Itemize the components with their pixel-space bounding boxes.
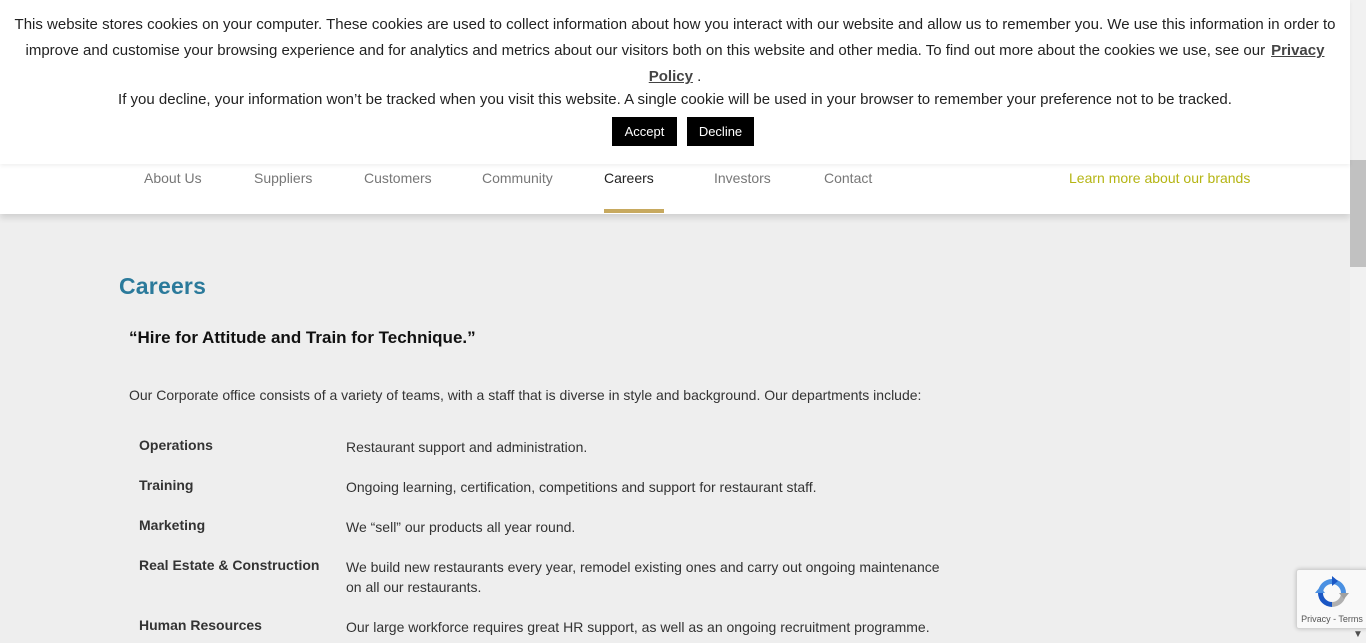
department-name: Human Resources xyxy=(139,617,262,633)
recaptcha-badge[interactable]: Privacy - Terms xyxy=(1296,569,1366,629)
departments-intro: Our Corporate office consists of a varie… xyxy=(129,387,922,403)
cookie-message: This website stores cookies on your comp… xyxy=(10,12,1340,90)
cookie-message-text: This website stores cookies on your comp… xyxy=(14,16,1336,59)
nav-item-about-us[interactable]: About Us xyxy=(144,170,202,186)
department-description: Ongoing learning, certification, competi… xyxy=(346,479,817,495)
department-name: Operations xyxy=(139,437,213,453)
cookie-consent-banner: This website stores cookies on your comp… xyxy=(0,0,1350,164)
active-nav-underline xyxy=(604,209,664,213)
department-description: We build new restaurants every year, rem… xyxy=(346,559,940,595)
learn-more-brands-link[interactable]: Learn more about our brands xyxy=(1069,170,1250,186)
nav-item-customers[interactable]: Customers xyxy=(364,170,432,186)
nav-item-suppliers[interactable]: Suppliers xyxy=(254,170,312,186)
page-title: Careers xyxy=(119,273,207,299)
decline-cookies-button[interactable]: Decline xyxy=(687,117,754,146)
department-name: Real Estate & Construction xyxy=(139,557,320,573)
cookie-decline-message: If you decline, your information won’t b… xyxy=(118,91,1232,108)
nav-item-careers[interactable]: Careers xyxy=(604,170,654,186)
nav-item-contact[interactable]: Contact xyxy=(824,170,872,186)
department-description: We “sell” our products all year round. xyxy=(346,519,576,535)
cookie-message-period: . xyxy=(697,68,702,85)
scroll-down-arrow-icon[interactable]: ▼ xyxy=(1352,628,1364,642)
careers-quote: “Hire for Attitude and Train for Techniq… xyxy=(129,328,476,347)
department-description: Restaurant support and administration. xyxy=(346,439,588,455)
recaptcha-terms-link[interactable]: Privacy - Terms xyxy=(1297,614,1366,624)
nav-item-community[interactable]: Community xyxy=(482,170,553,186)
department-name: Training xyxy=(139,477,194,493)
department-description: Our large workforce requires great HR su… xyxy=(346,619,930,635)
nav-item-investors[interactable]: Investors xyxy=(714,170,771,186)
page-scrollbar-thumb[interactable] xyxy=(1350,160,1366,267)
page-scrollbar-track[interactable] xyxy=(1350,0,1366,643)
department-name: Marketing xyxy=(139,517,206,533)
recaptcha-icon xyxy=(1315,576,1349,607)
accept-cookies-button[interactable]: Accept xyxy=(612,117,677,146)
